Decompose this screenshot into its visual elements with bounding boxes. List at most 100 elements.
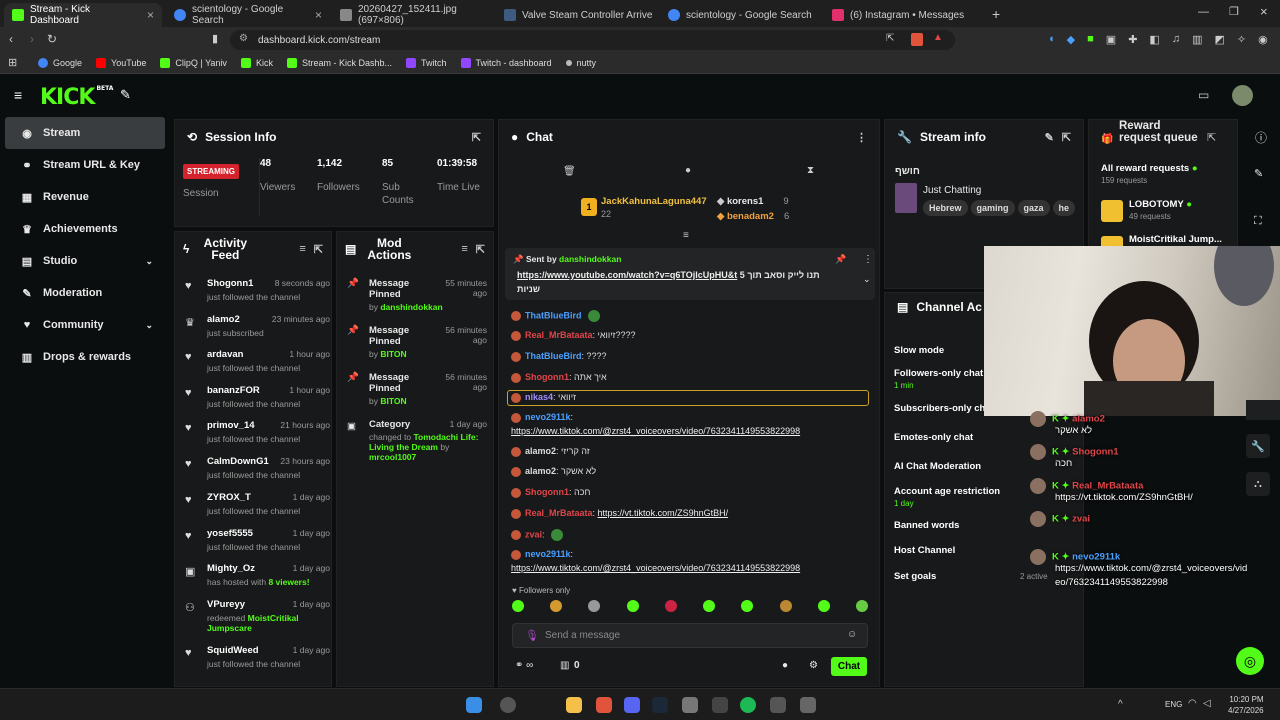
edit-icon[interactable]: ✎ <box>1254 167 1263 180</box>
emote-icon[interactable] <box>512 600 524 612</box>
pinned-by-user[interactable]: danshindokkan <box>559 254 621 264</box>
chat-link[interactable]: https://www.tiktok.com/@zrst4_voiceovers… <box>511 563 800 573</box>
chat-username[interactable]: zvai <box>525 529 542 539</box>
emote-icon[interactable] <box>741 600 754 612</box>
bookmark-twitch[interactable]: Twitch <box>405 58 447 68</box>
extension-icon[interactable]: ✧ <box>1237 33 1246 46</box>
channel-action-item[interactable]: Set goals <box>894 571 936 582</box>
reward-item[interactable]: LOBOTOMY ● 49 requests <box>1129 199 1192 221</box>
chat-link[interactable]: https://vt.tiktok.com/ZS9hnGtBH/ <box>598 508 729 518</box>
emote-icon[interactable] <box>550 600 563 612</box>
pinned-link[interactable]: https://www.youtube.com/watch?v=q6TOjlcU… <box>517 270 737 280</box>
steam-icon[interactable] <box>652 697 668 713</box>
clock[interactable]: 10:20 PM 4/27/2026 <box>1228 694 1264 716</box>
chat-username[interactable]: ThatBlueBird <box>525 310 582 320</box>
obs-icon[interactable] <box>712 697 728 713</box>
vpn-icon[interactable]: ◉ <box>1258 33 1268 46</box>
channel-action-item[interactable]: Subscribers-only ch <box>894 403 985 414</box>
windows-start-icon[interactable] <box>466 697 482 713</box>
app-icon[interactable] <box>800 697 816 713</box>
mod-user[interactable]: BITON <box>380 349 406 359</box>
tab-kick-dashboard[interactable]: Stream - Kick Dashboard × <box>4 3 162 27</box>
brave-icon[interactable] <box>596 697 612 713</box>
emote-icon[interactable] <box>626 600 639 612</box>
tab-image[interactable]: 20260427_152411.jpg (697×806) <box>332 3 494 27</box>
tray-chevron-icon[interactable]: ^ <box>1118 699 1123 710</box>
reward-all[interactable]: All reward requests ● 159 requests <box>1101 163 1198 185</box>
chat-bubble-icon[interactable]: ● <box>782 660 788 671</box>
chevron-down-icon[interactable]: ⌄ <box>863 274 871 285</box>
channel-action-item[interactable]: AI Chat Moderation <box>894 461 981 472</box>
channel-action-item[interactable]: Account age restriction 1 day <box>894 486 1000 508</box>
mod-user[interactable]: mrcool1007 <box>369 452 416 462</box>
popout-icon[interactable]: ⇱ <box>476 243 485 256</box>
extension-icon[interactable]: ◧ <box>1149 33 1159 46</box>
pin-tool-icon[interactable]: ✎ <box>120 87 131 103</box>
emote-icon[interactable] <box>664 600 677 612</box>
channel-action-item[interactable]: Banned words <box>894 520 959 531</box>
mic-icon[interactable]: 🎙 <box>525 629 539 642</box>
gifter-name[interactable]: benadam2 <box>727 211 774 222</box>
tab-valve[interactable]: Valve Steam Controller Arrives May 4 <box>496 3 652 27</box>
chat-send-button[interactable]: Chat <box>831 657 867 676</box>
kick-logo[interactable]: KICK BETA <box>40 85 113 110</box>
chat-username[interactable]: alamo2 <box>525 466 556 476</box>
extension-icon[interactable]: ◆ <box>1067 33 1075 46</box>
sidebar-item-achievements[interactable]: ♛ Achievements <box>5 213 165 245</box>
channel-action-item[interactable]: Host Channel <box>894 545 955 556</box>
fullscreen-icon[interactable]: ⛶ <box>1254 215 1262 228</box>
extension-icon[interactable]: ■ <box>1087 33 1094 46</box>
chat-username[interactable]: ThatBlueBird <box>525 351 582 361</box>
sidebar-item-studio[interactable]: ▤ Studio ⌄ <box>5 245 165 277</box>
bookmark-kick[interactable]: Kick <box>240 58 273 68</box>
popout-icon[interactable]: ⇱ <box>1207 131 1216 144</box>
puzzle-icon[interactable]: ✚ <box>1128 33 1137 46</box>
app-icon[interactable] <box>770 697 786 713</box>
gear-icon[interactable]: ⚙ <box>809 660 818 671</box>
tag[interactable]: he <box>1052 200 1076 216</box>
chat-username[interactable]: Real_MrBataata <box>525 508 593 518</box>
close-icon[interactable]: × <box>147 8 154 22</box>
bookmark-icon[interactable]: ▮ <box>212 32 218 45</box>
forward-icon[interactable]: › <box>30 32 34 46</box>
new-tab-icon[interactable]: + <box>992 6 1000 22</box>
sidebar-item-stream[interactable]: ◉ Stream <box>5 117 165 149</box>
reward-item[interactable]: MoistCritikal Jump... <box>1129 234 1222 245</box>
share-icon[interactable]: ⇱ <box>886 33 894 44</box>
emote-icon[interactable] <box>588 600 601 612</box>
spotify-icon[interactable] <box>740 697 756 713</box>
tool-button[interactable] <box>1246 400 1280 420</box>
wrench-icon[interactable]: 🔧 <box>1246 434 1270 458</box>
bookmark-kick-dashboard[interactable]: Stream - Kick Dashb... <box>286 58 392 68</box>
apps-grid-icon[interactable]: ⊞ <box>8 56 17 69</box>
discord-icon[interactable] <box>624 697 640 713</box>
extension-icon[interactable]: ◖ <box>1048 33 1055 46</box>
more-icon[interactable]: ⋮ <box>863 254 873 265</box>
support-headset-icon[interactable]: ◎ <box>1236 647 1264 675</box>
emote-icon[interactable] <box>779 600 792 612</box>
settings-icon[interactable] <box>682 697 698 713</box>
card-icon[interactable]: ▭ <box>1198 88 1209 102</box>
sidebar-item-revenue[interactable]: ▦ Revenue <box>5 181 165 213</box>
emote-icon[interactable] <box>703 600 716 612</box>
hamburger-menu-icon[interactable]: ≡ <box>14 87 22 103</box>
collapse-icon[interactable]: ≡ <box>683 230 689 241</box>
popout-icon[interactable]: ⇱ <box>1062 131 1071 144</box>
minimize-icon[interactable]: — <box>1198 6 1209 18</box>
chat-bubble-icon[interactable]: ● <box>685 165 691 176</box>
emote-icon[interactable] <box>817 600 830 612</box>
wifi-icon[interactable]: ◠ <box>1188 698 1197 709</box>
bookmark-nutty[interactable]: nutty <box>565 58 596 68</box>
infinity-points-icon[interactable]: ⚭ ∞ <box>515 660 533 671</box>
channel-action-item[interactable]: Emotes-only chat <box>894 432 973 443</box>
bookmark-twitch-dashboard[interactable]: Twitch - dashboard <box>460 58 552 68</box>
tag[interactable]: gaming <box>970 200 1015 216</box>
sidebar-item-drops[interactable]: ▥ Drops & rewards <box>5 341 165 373</box>
maximize-icon[interactable]: ❐ <box>1229 5 1239 18</box>
edit-icon[interactable]: ✎ <box>1045 131 1054 144</box>
popout-icon[interactable]: ⇱ <box>314 243 323 256</box>
gifter-name[interactable]: JackKahunaLaguna447 <box>601 196 707 207</box>
more-icon[interactable]: ⋮ <box>856 131 867 144</box>
sidebar-item-moderation[interactable]: ✎ Moderation <box>5 277 165 309</box>
info-icon[interactable]: ⓘ <box>1255 129 1267 146</box>
